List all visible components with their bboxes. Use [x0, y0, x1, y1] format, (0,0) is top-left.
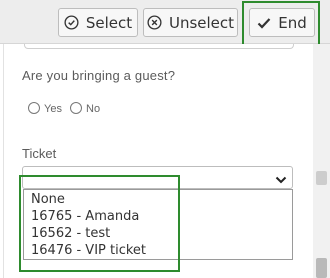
dropdown-option[interactable]: 16476 - VIP ticket: [24, 242, 292, 259]
guest-no-label: No: [86, 103, 101, 115]
chevron-down-icon: [275, 172, 287, 190]
previous-field[interactable]: [24, 44, 294, 49]
ticket-label: Ticket: [22, 146, 57, 161]
toolbar: Select Unselect End: [0, 0, 330, 44]
x-circle-icon: [147, 15, 162, 30]
radio-circle-icon: [70, 102, 82, 114]
guest-question-label: Are you bringing a guest?: [22, 68, 176, 83]
guest-no-radio[interactable]: No: [70, 101, 100, 115]
dropdown-option[interactable]: 16765 - Amanda: [24, 208, 292, 225]
scrollbar[interactable]: [313, 44, 330, 278]
unselect-button[interactable]: Unselect: [143, 8, 238, 37]
dropdown-option[interactable]: None: [24, 191, 292, 208]
check-circle-icon: [64, 15, 79, 30]
select-button-label: Select: [85, 13, 133, 32]
panel-border: [3, 44, 4, 278]
select-button[interactable]: Select: [58, 8, 138, 37]
ticket-select[interactable]: [22, 166, 293, 189]
guest-yes-label: Yes: [44, 103, 62, 115]
scrollbar-thumb[interactable]: [316, 171, 327, 185]
radio-circle-icon: [28, 102, 40, 114]
end-button[interactable]: End: [249, 8, 315, 37]
dropdown-option[interactable]: 16562 - test: [24, 225, 292, 242]
ticket-dropdown-list: None 16765 - Amanda 16562 - test 16476 -…: [23, 189, 293, 260]
end-button-label: End: [278, 13, 307, 32]
guest-yes-radio[interactable]: Yes: [28, 101, 62, 115]
scrollbar-thumb-lower[interactable]: [316, 258, 327, 278]
form-panel: Are you bringing a guest? Yes No Ticket …: [0, 44, 330, 278]
unselect-button-label: Unselect: [168, 13, 235, 32]
checkmark-icon: [257, 17, 271, 29]
